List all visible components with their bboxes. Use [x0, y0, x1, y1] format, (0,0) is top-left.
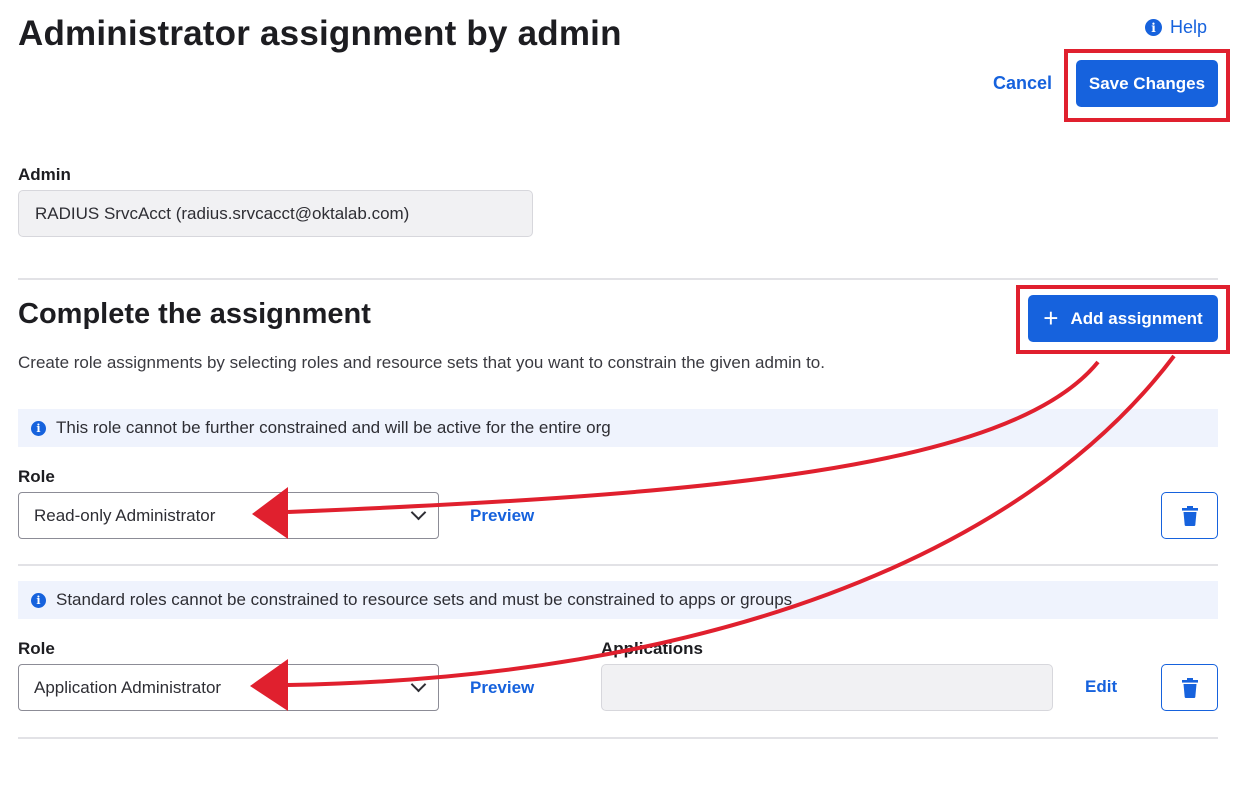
preview-link[interactable]: Preview — [470, 678, 534, 698]
admin-field: RADIUS SrvcAcct (radius.srvcacct@oktalab… — [18, 190, 533, 237]
role-select[interactable]: Application Administrator — [18, 664, 439, 711]
page-title: Administrator assignment by admin — [18, 14, 622, 53]
role-select-value: Application Administrator — [34, 677, 222, 697]
info-banner-text: Standard roles cannot be constrained to … — [56, 590, 793, 609]
role-label: Role — [18, 467, 55, 486]
add-assignment-label: Add assignment — [1070, 308, 1203, 328]
info-banner-text: This role cannot be further constrained … — [56, 418, 611, 437]
info-banner: i This role cannot be further constraine… — [18, 409, 1218, 447]
chevron-down-icon — [410, 504, 427, 521]
divider — [18, 737, 1218, 739]
info-icon: i — [1145, 19, 1162, 36]
info-icon: i — [31, 592, 46, 608]
cancel-button[interactable]: Cancel — [993, 73, 1052, 94]
applications-label: Applications — [601, 639, 704, 658]
help-label: Help — [1170, 17, 1208, 37]
info-icon: i — [31, 420, 46, 436]
delete-assignment-button[interactable] — [1161, 664, 1218, 711]
trash-icon — [1181, 677, 1198, 698]
add-assignment-button[interactable]: + Add assignment — [1028, 295, 1218, 342]
delete-assignment-button[interactable] — [1161, 492, 1218, 539]
help-link[interactable]: i Help — [1145, 17, 1207, 38]
chevron-down-icon — [410, 676, 427, 693]
role-label: Role — [18, 639, 55, 658]
divider — [18, 278, 1218, 280]
divider — [18, 564, 1218, 566]
section-description: Create role assignments by selecting rol… — [18, 353, 825, 372]
plus-icon: + — [1043, 302, 1059, 333]
preview-link[interactable]: Preview — [470, 506, 534, 526]
applications-field[interactable] — [601, 664, 1053, 711]
admin-label: Admin — [18, 165, 71, 184]
edit-applications-link[interactable]: Edit — [1085, 677, 1117, 697]
role-select-value: Read-only Administrator — [34, 505, 216, 525]
save-changes-button[interactable]: Save Changes — [1076, 60, 1218, 107]
section-title: Complete the assignment — [18, 298, 371, 330]
role-select[interactable]: Read-only Administrator — [18, 492, 439, 539]
info-banner: i Standard roles cannot be constrained t… — [18, 581, 1218, 619]
trash-icon — [1181, 505, 1198, 526]
